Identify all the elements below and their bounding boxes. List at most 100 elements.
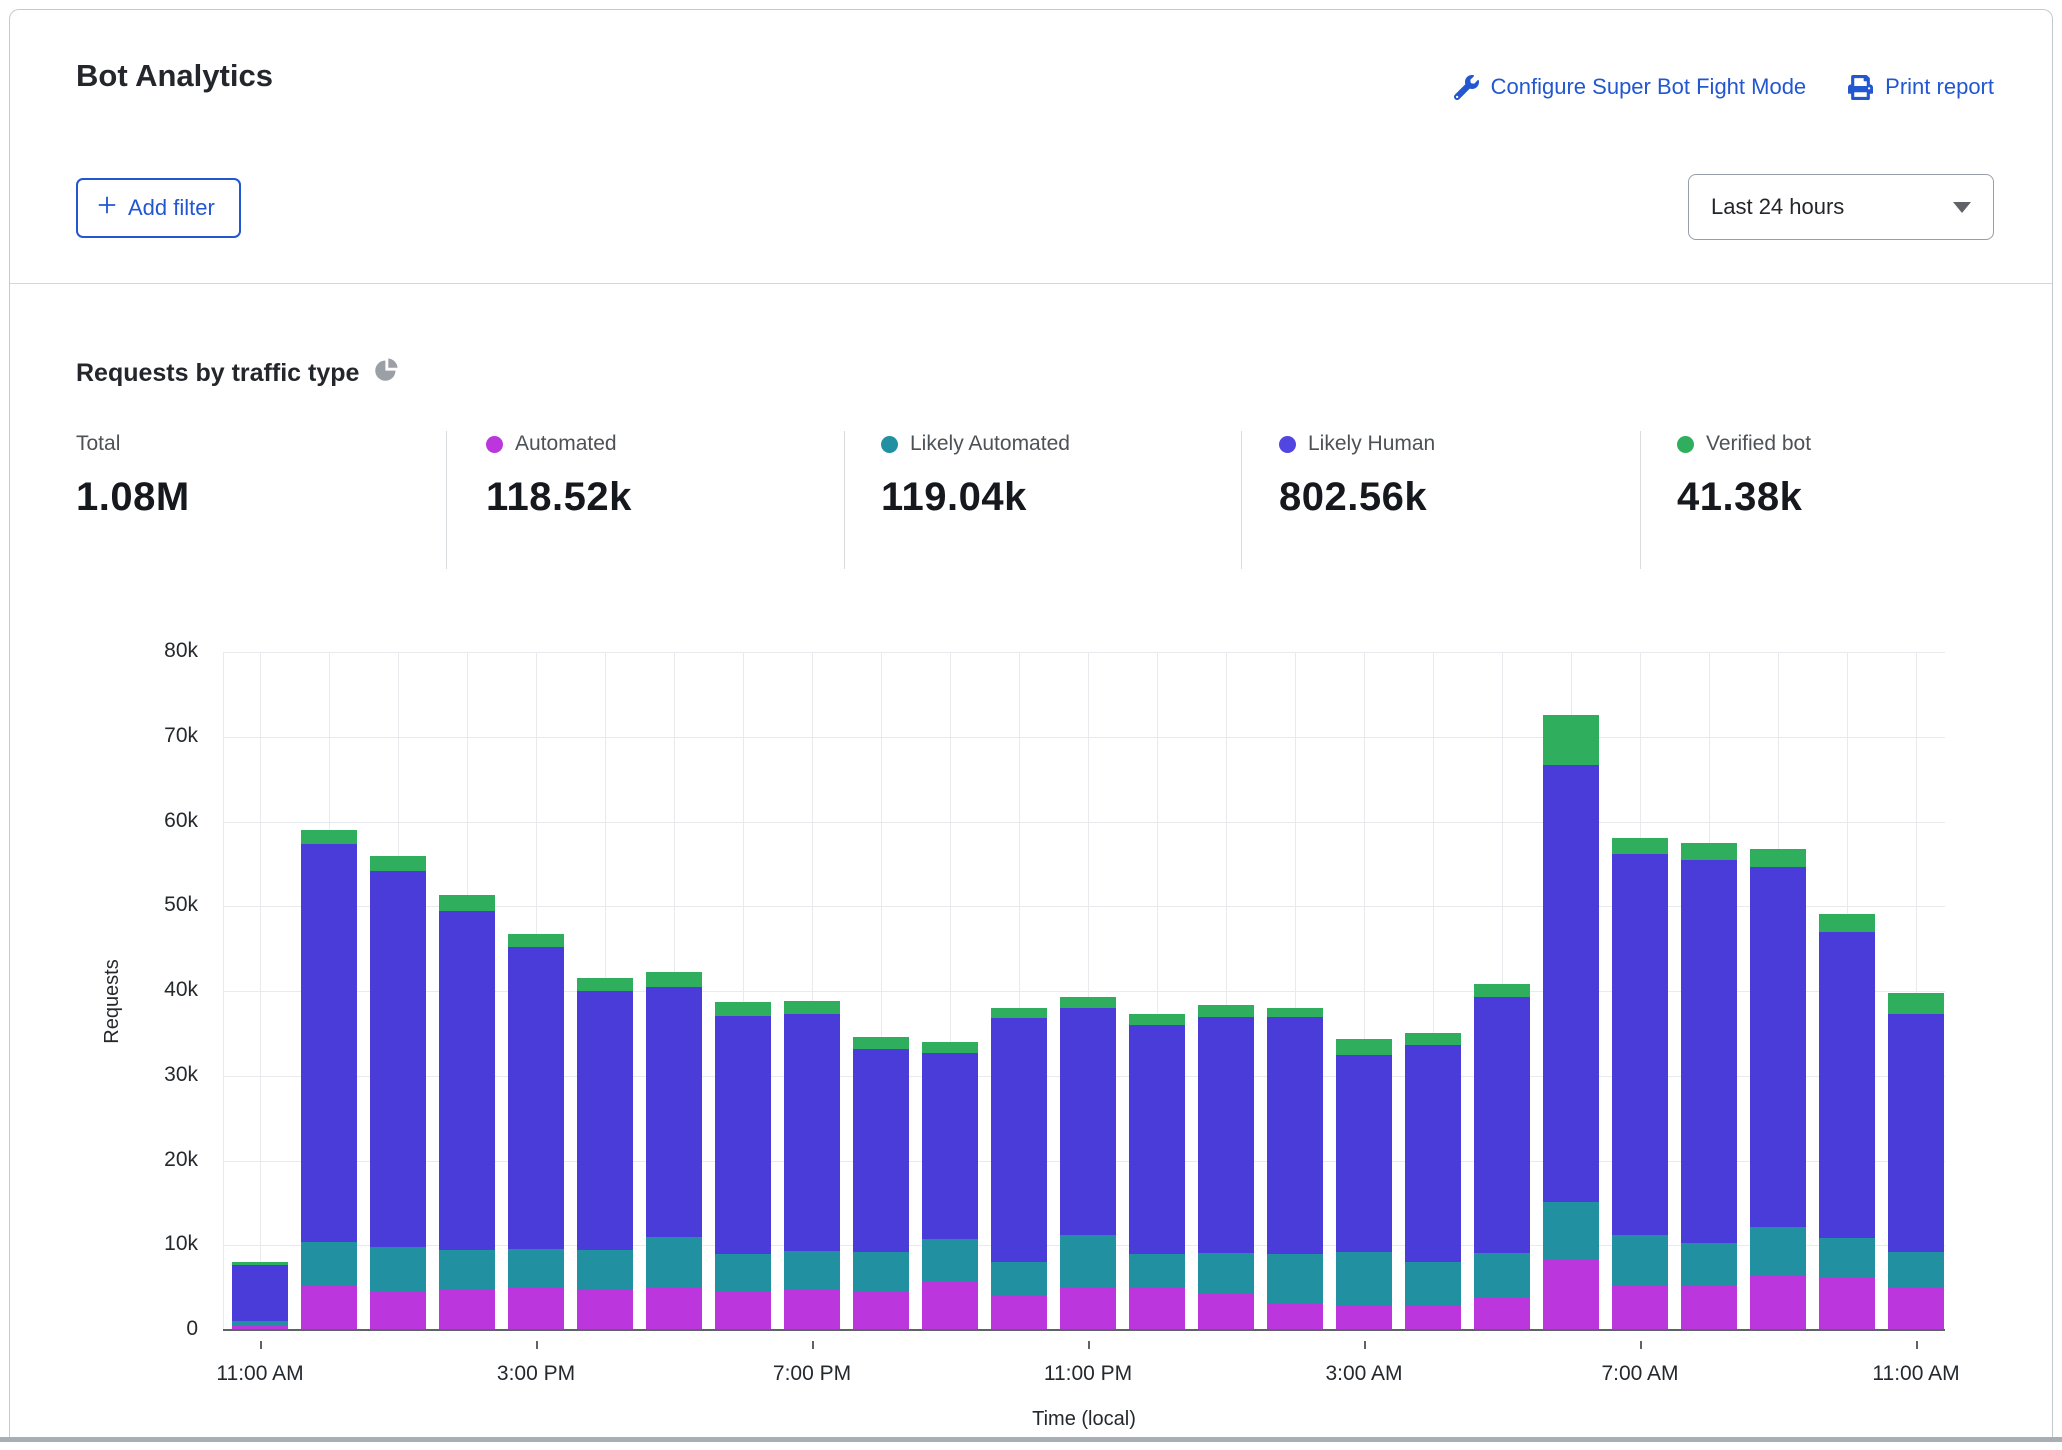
bar-segment-verified-bot[interactable] (646, 972, 702, 987)
bar-segment-verified-bot[interactable] (991, 1008, 1047, 1018)
bar-segment-automated[interactable] (1405, 1305, 1461, 1329)
bar-segment-verified-bot[interactable] (1405, 1033, 1461, 1045)
bar-6-00-pm[interactable] (715, 1002, 771, 1329)
bar-segment-automated[interactable] (370, 1291, 426, 1329)
bar-segment-automated[interactable] (922, 1282, 978, 1329)
bar-segment-verified-bot[interactable] (370, 856, 426, 871)
bar-segment-likely-human[interactable] (508, 947, 564, 1249)
bar-segment-automated[interactable] (1543, 1260, 1599, 1329)
bar-segment-likely-automated[interactable] (991, 1262, 1047, 1296)
bar-segment-automated[interactable] (991, 1296, 1047, 1329)
bar-segment-verified-bot[interactable] (1681, 843, 1737, 859)
bar-segment-verified-bot[interactable] (1612, 838, 1668, 854)
bar-segment-likely-human[interactable] (1474, 997, 1530, 1253)
print-report-link[interactable]: Print report (1848, 74, 1994, 100)
bar-segment-likely-automated[interactable] (439, 1250, 495, 1290)
bar-segment-likely-human[interactable] (991, 1018, 1047, 1262)
bar-segment-likely-human[interactable] (784, 1014, 840, 1251)
bar-segment-verified-bot[interactable] (439, 895, 495, 911)
bar-segment-likely-human[interactable] (1198, 1017, 1254, 1253)
bar-segment-likely-human[interactable] (922, 1053, 978, 1239)
bar-11-00-pm[interactable] (1060, 997, 1116, 1329)
bar-segment-verified-bot[interactable] (577, 978, 633, 991)
bar-4-00-pm[interactable] (577, 978, 633, 1329)
bar-segment-verified-bot[interactable] (1198, 1005, 1254, 1017)
bar-segment-automated[interactable] (508, 1287, 564, 1329)
bar-segment-likely-automated[interactable] (1198, 1253, 1254, 1294)
bar-segment-automated[interactable] (301, 1286, 357, 1329)
bar-10-00-pm[interactable] (991, 1008, 1047, 1329)
bar-segment-likely-human[interactable] (1267, 1017, 1323, 1254)
bar-segment-likely-human[interactable] (1612, 854, 1668, 1235)
bar-segment-verified-bot[interactable] (301, 830, 357, 844)
bar-segment-likely-human[interactable] (301, 844, 357, 1241)
bar-segment-likely-automated[interactable] (1612, 1235, 1668, 1285)
bar-segment-automated[interactable] (853, 1292, 909, 1329)
bar-segment-verified-bot[interactable] (784, 1001, 840, 1014)
bar-segment-likely-automated[interactable] (1060, 1235, 1116, 1287)
bar-segment-likely-automated[interactable] (1819, 1238, 1875, 1277)
bar-segment-automated[interactable] (1474, 1297, 1530, 1329)
bar-7-00-am[interactable] (1612, 838, 1668, 1329)
bar-segment-likely-automated[interactable] (784, 1251, 840, 1290)
bar-segment-likely-human[interactable] (1405, 1045, 1461, 1262)
bar-segment-likely-human[interactable] (646, 987, 702, 1236)
bar-segment-verified-bot[interactable] (1129, 1014, 1185, 1025)
bar-segment-automated[interactable] (1129, 1287, 1185, 1329)
bar-segment-likely-automated[interactable] (1681, 1243, 1737, 1285)
bar-segment-likely-automated[interactable] (370, 1247, 426, 1291)
configure-super-bot-fight-mode-link[interactable]: Configure Super Bot Fight Mode (1454, 74, 1807, 100)
bar-segment-automated[interactable] (715, 1292, 771, 1329)
bar-segment-likely-human[interactable] (1819, 932, 1875, 1239)
bar-12-00-am[interactable] (1129, 1014, 1185, 1329)
bar-segment-likely-automated[interactable] (922, 1239, 978, 1281)
bar-segment-automated[interactable] (1681, 1286, 1737, 1329)
bar-segment-likely-automated[interactable] (715, 1254, 771, 1291)
stat-likely-automated[interactable]: Likely Automated 119.04k (881, 431, 1070, 569)
bar-segment-automated[interactable] (1198, 1293, 1254, 1329)
bar-8-00-am[interactable] (1681, 843, 1737, 1329)
bar-12-00-pm[interactable] (301, 830, 357, 1329)
bar-segment-verified-bot[interactable] (922, 1042, 978, 1053)
bar-segment-likely-automated[interactable] (1750, 1227, 1806, 1274)
bar-segment-likely-automated[interactable] (508, 1249, 564, 1288)
bar-segment-likely-human[interactable] (439, 911, 495, 1250)
bar-segment-automated[interactable] (1612, 1285, 1668, 1329)
bar-segment-likely-human[interactable] (1336, 1055, 1392, 1252)
bar-segment-likely-human[interactable] (1129, 1025, 1185, 1254)
bar-segment-likely-automated[interactable] (853, 1252, 909, 1292)
bar-9-00-am[interactable] (1750, 849, 1806, 1329)
bar-1-00-pm[interactable] (370, 856, 426, 1329)
bar-11-00-am[interactable] (232, 1262, 288, 1329)
bar-segment-automated[interactable] (784, 1290, 840, 1329)
bar-1-00-am[interactable] (1198, 1005, 1254, 1329)
bar-segment-likely-automated[interactable] (301, 1242, 357, 1286)
bar-segment-automated[interactable] (1336, 1306, 1392, 1329)
bar-segment-automated[interactable] (1750, 1275, 1806, 1329)
bar-segment-verified-bot[interactable] (1750, 849, 1806, 867)
bar-segment-automated[interactable] (439, 1290, 495, 1329)
bar-segment-likely-automated[interactable] (1543, 1202, 1599, 1260)
stat-verified-bot[interactable]: Verified bot 41.38k (1677, 431, 1811, 569)
bar-segment-likely-human[interactable] (1543, 765, 1599, 1202)
bar-5-00-am[interactable] (1474, 984, 1530, 1329)
bar-segment-likely-human[interactable] (853, 1049, 909, 1252)
bar-segment-likely-human[interactable] (232, 1265, 288, 1321)
bar-7-00-pm[interactable] (784, 1001, 840, 1329)
bar-segment-likely-automated[interactable] (1267, 1254, 1323, 1304)
bar-10-00-am[interactable] (1819, 914, 1875, 1329)
bar-segment-likely-human[interactable] (577, 991, 633, 1250)
bar-segment-likely-automated[interactable] (1336, 1252, 1392, 1306)
bar-2-00-pm[interactable] (439, 895, 495, 1329)
bar-2-00-am[interactable] (1267, 1008, 1323, 1329)
bar-segment-likely-human[interactable] (1888, 1014, 1944, 1252)
bar-segment-verified-bot[interactable] (1336, 1039, 1392, 1055)
bar-3-00-am[interactable] (1336, 1039, 1392, 1329)
bar-segment-verified-bot[interactable] (1474, 984, 1530, 997)
bar-segment-automated[interactable] (577, 1289, 633, 1329)
bar-segment-likely-human[interactable] (370, 871, 426, 1246)
bar-segment-likely-human[interactable] (1681, 860, 1737, 1244)
bar-segment-likely-automated[interactable] (1474, 1253, 1530, 1297)
bar-8-00-pm[interactable] (853, 1037, 909, 1329)
stat-total[interactable]: Total 1.08M (76, 431, 190, 569)
